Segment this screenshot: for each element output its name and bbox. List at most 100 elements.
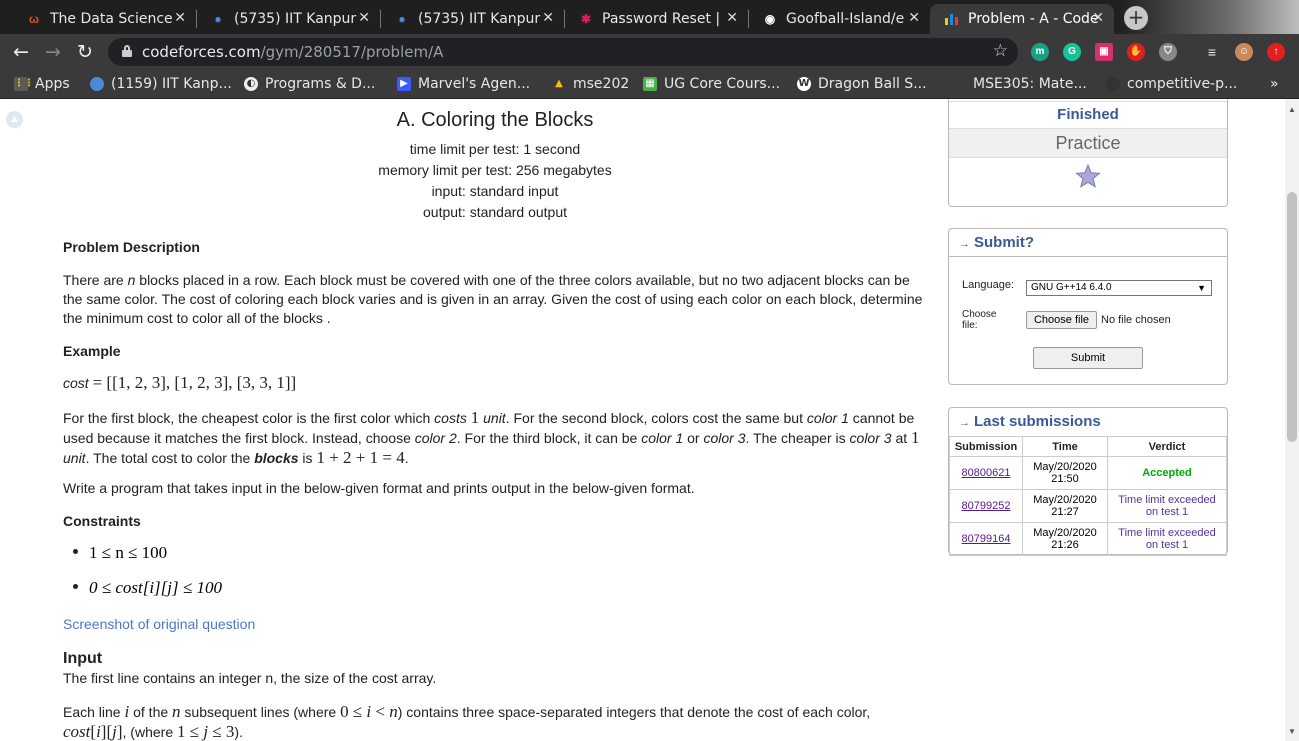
contest-status: Finished [949, 102, 1227, 129]
slack-icon: ✱ [580, 12, 592, 26]
page-scrollbar[interactable]: ▲ ▼ [1285, 99, 1299, 741]
close-icon[interactable]: ✕ [1092, 10, 1104, 26]
col-verdict: Verdict [1107, 436, 1227, 457]
bookmark-marvel[interactable]: ▶ Marvel's Agen... [397, 76, 530, 92]
iitk-icon: ● [214, 12, 222, 26]
time-limit: time limit per test: 1 second [409, 141, 581, 157]
forward-icon[interactable]: → [40, 40, 66, 66]
constraint-n: 1 ≤ n ≤ 100 [73, 543, 167, 563]
browser-toolbar: ← → ↻ codeforces.com/gym/280517/problem/… [0, 34, 1299, 71]
avatar[interactable]: ☺ [1235, 43, 1253, 61]
input-line-2: Each line i of the n subsequent lines (w… [63, 702, 871, 741]
tab-strip: ω The Data Science ✕ ● (5735) IIT Kanpur… [0, 0, 1299, 34]
submissions-table: Submission Time Verdict 80800621 May/20/… [949, 436, 1227, 556]
tab-iitk-1[interactable]: ● (5735) IIT Kanpur ✕ [196, 4, 380, 34]
bookmarks-bar: ⋮⋮ Apps (1159) IIT Kanp... ◐ Programs & D.… [0, 71, 1299, 99]
bookmarks-overflow[interactable]: » [1270, 76, 1279, 92]
bookmark-programs[interactable]: ◐ Programs & D... [244, 76, 375, 92]
address-bar[interactable]: codeforces.com/gym/280517/problem/A ☆ [108, 38, 1018, 66]
problem-description: There are n blocks placed in a row. Each… [63, 272, 923, 326]
scroll-up-icon[interactable]: ▲ [6, 111, 23, 128]
submit-button[interactable]: Submit [1033, 347, 1143, 369]
bookmark-icon [952, 77, 966, 91]
scroll-down-arrow-icon[interactable]: ▼ [1288, 727, 1296, 736]
shield-icon[interactable]: ⛉ [1159, 43, 1177, 61]
play-icon: ▶ [397, 77, 411, 91]
submit-box: → Submit? Language: GNU G++14 6.4.0 ▼ Choo… [948, 228, 1228, 385]
bookmark-star-icon[interactable]: ☆ [993, 41, 1008, 61]
scrollbar-thumb[interactable] [1287, 192, 1297, 442]
example-heading: Example [63, 343, 121, 359]
sheet-icon: ▦ [643, 77, 657, 91]
bookmark-ug-core[interactable]: ▦ UG Core Cours... [643, 76, 780, 92]
col-time: Time [1022, 436, 1108, 457]
scroll-up-arrow-icon[interactable]: ▲ [1288, 105, 1296, 114]
memory-limit: memory limit per test: 256 megabytes [378, 162, 612, 178]
update-icon[interactable]: ↑ [1267, 43, 1285, 61]
verdict: Time limit exceeded on test 1 [1107, 489, 1227, 523]
dropdown-caret-icon: ▼ [1197, 283, 1206, 293]
bookmark-apps[interactable]: ⋮⋮ Apps [14, 76, 70, 92]
submission-link[interactable]: 80800621 [962, 467, 1011, 479]
close-icon[interactable]: ✕ [358, 10, 370, 26]
submission-link[interactable]: 80799252 [962, 500, 1011, 512]
choose-file-label: Choose file: [962, 309, 997, 331]
media-queue-icon[interactable]: ≡ [1203, 43, 1221, 61]
bookmark-dragon-ball[interactable]: W Dragon Ball S... [797, 76, 927, 92]
tab-iitk-2[interactable]: ● (5735) IIT Kanpur ✕ [380, 4, 564, 34]
last-submissions-header: → Last submissions [959, 413, 1101, 430]
page-content: ▲ A. Coloring the Blocks time limit per … [0, 99, 1285, 741]
iitk-icon [90, 77, 104, 91]
back-icon[interactable]: ← [8, 40, 34, 66]
tab-data-science[interactable]: ω The Data Science ✕ [12, 4, 196, 34]
reload-icon[interactable]: ↻ [72, 40, 98, 66]
close-icon[interactable]: ✕ [174, 10, 186, 26]
close-icon[interactable]: ✕ [542, 10, 554, 26]
tab-github[interactable]: ◉ Goofball-Island/e ✕ [748, 4, 930, 34]
table-row: 80800621 May/20/2020 21:50 Accepted [949, 456, 1227, 490]
new-tab-button[interactable]: + [1124, 6, 1148, 30]
last-submissions-box: → Last submissions Submission Time Verdic… [948, 407, 1228, 556]
contest-mode: Practice [949, 129, 1227, 158]
github-icon: ◉ [764, 12, 776, 26]
bookmark-competitive[interactable]: competitive-p... [1106, 76, 1237, 92]
lock-icon [122, 45, 132, 57]
grammarly-icon[interactable]: G [1063, 43, 1081, 61]
extension-m-icon[interactable]: m [1031, 43, 1049, 61]
bookmark-mse305[interactable]: MSE305: Mate... [952, 76, 1087, 92]
url-text: codeforces.com/gym/280517/problem/A [142, 43, 444, 61]
close-icon[interactable]: ✕ [908, 10, 920, 26]
constraint-cost: 0 ≤ cost[i][j] ≤ 100 [73, 578, 222, 598]
adblock-icon[interactable]: ✋ [1127, 43, 1145, 61]
drive-icon: ▲ [555, 78, 563, 89]
output-spec: output: standard output [423, 204, 567, 220]
extension-pink-icon[interactable]: ▣ [1095, 43, 1113, 61]
tab-password-reset[interactable]: ✱ Password Reset | ✕ [564, 4, 748, 34]
language-select[interactable]: GNU G++14 6.4.0 ▼ [1026, 280, 1212, 296]
apps-grid-icon: ⋮⋮ [14, 77, 34, 91]
verdict: Accepted [1107, 456, 1227, 490]
example-formula: cost = [[1, 2, 3], [1, 2, 3], [3, 3, 1]] [63, 373, 297, 392]
close-icon[interactable]: ✕ [726, 10, 738, 26]
bookmark-mse202[interactable]: ▲ mse202 [552, 76, 629, 92]
screenshot-link[interactable]: Screenshot of original question [63, 615, 925, 634]
no-file-text: No file chosen [1101, 314, 1171, 326]
github-icon [1106, 77, 1120, 91]
constraints-heading: Constraints [63, 513, 141, 529]
wikipedia-icon: W [797, 77, 811, 91]
tab-problem-active[interactable]: Problem - A - Code ✕ [930, 4, 1114, 34]
submit-header: → Submit? [949, 229, 1227, 257]
table-row: 80799252 May/20/2020 21:27 Time limit exc… [949, 489, 1227, 523]
write-program-text: Write a program that takes input in the … [63, 480, 695, 496]
bookmark-iitk[interactable]: (1159) IIT Kanp... [90, 76, 232, 92]
input-heading: Input [63, 650, 103, 667]
choose-file-button[interactable]: Choose file [1026, 311, 1097, 329]
favourite-star-icon[interactable] [949, 158, 1227, 196]
submission-link[interactable]: 80799164 [962, 533, 1011, 545]
problem-description-heading: Problem Description [63, 239, 200, 255]
data-science-icon: ω [28, 12, 40, 26]
table-row: 80799164 May/20/2020 21:26 Time limit exc… [949, 522, 1227, 556]
language-label: Language: [962, 279, 1014, 291]
col-submission: Submission [949, 436, 1023, 457]
codeforces-icon [944, 11, 960, 27]
